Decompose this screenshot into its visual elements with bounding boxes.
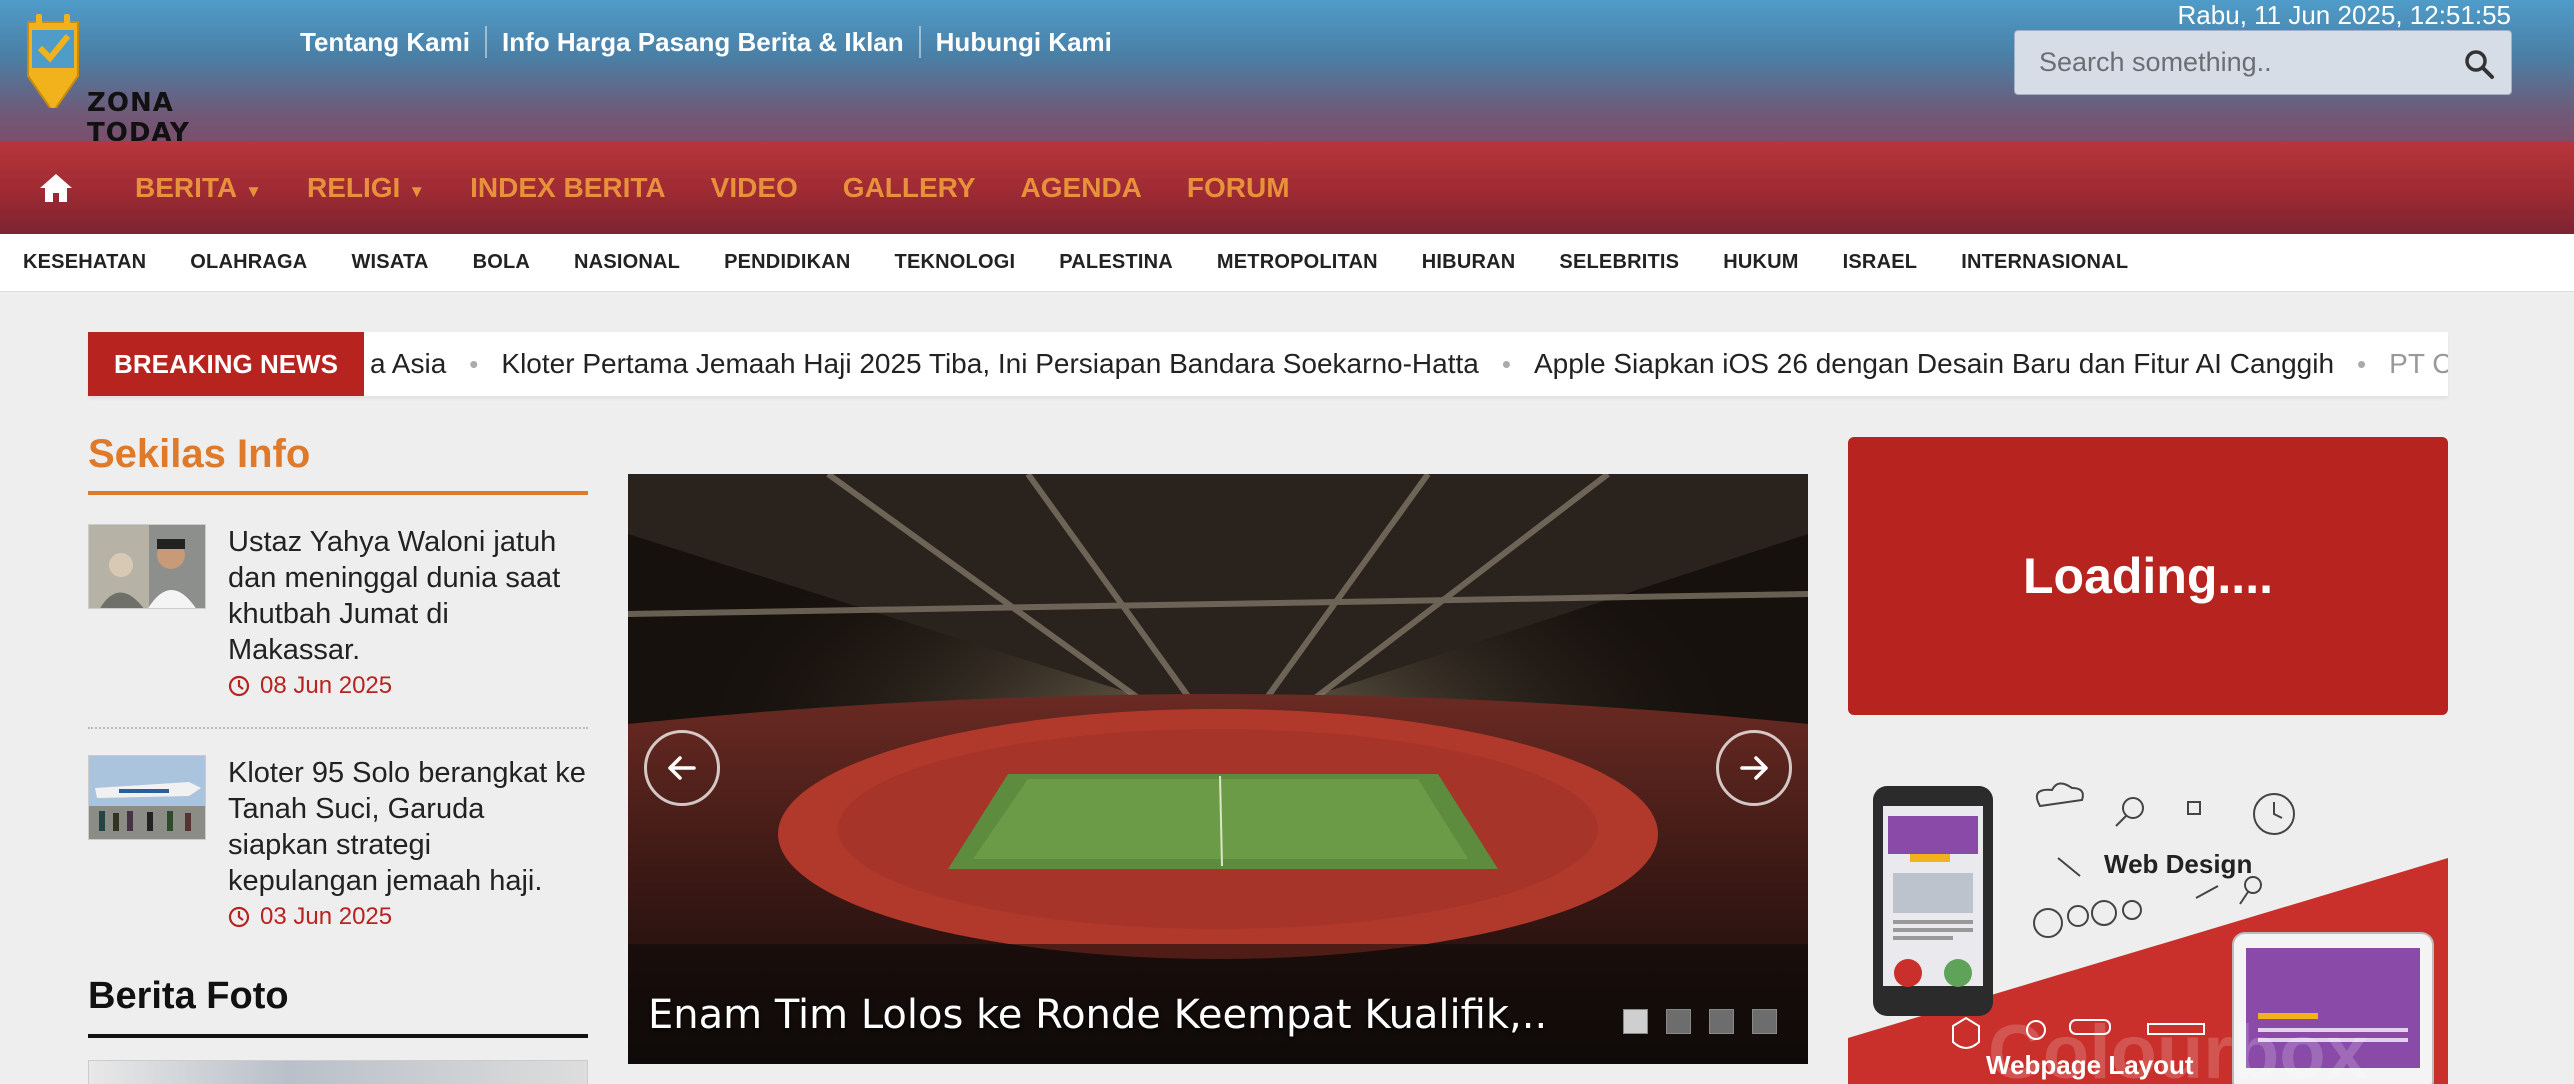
nav-item-forum[interactable]: FORUM [1187,172,1290,204]
category-nasional[interactable]: NASIONAL [574,251,680,274]
web-design-ad-image: Web Design Colourbox Webpage Layout [1848,758,2448,1084]
berita-foto-title: Berita Foto [88,975,289,1017]
category-bola[interactable]: BOLA [473,251,530,274]
news-thumbnail[interactable] [88,524,206,609]
headline-slider[interactable]: Enam Tim Lolos ke Ronde Keempat Kualifik… [628,474,1808,1064]
slider-pagination [1623,1009,1795,1034]
breaking-news-item[interactable]: PT C [2389,348,2448,380]
breaking-news-item[interactable]: Kloter Pertama Jemaah Haji 2025 Tiba, In… [501,348,1478,380]
home-icon[interactable] [38,172,74,204]
main-nav: BERITA ▼ RELIGI ▼ INDEX BERITA VIDEO GAL… [0,141,2574,234]
news-date-text: 08 Jun 2025 [260,672,393,699]
separator-dot: • [469,348,479,379]
section-divider [88,491,588,495]
ad-title: Web Design [2104,849,2252,879]
category-olahraga[interactable]: OLAHRAGA [190,251,307,274]
category-internasional[interactable]: INTERNASIONAL [1961,251,2128,274]
search-input[interactable] [2015,31,2445,94]
category-metropolitan[interactable]: METROPOLITAN [1217,251,1378,274]
stadium-photo [628,474,1808,1064]
category-wisata[interactable]: WISATA [351,251,428,274]
category-bar: KESEHATAN OLAHRAGA WISATA BOLA NASIONAL … [0,234,2574,292]
category-israel[interactable]: ISRAEL [1843,251,1918,274]
breaking-news-ticker: a Asia • Kloter Pertama Jemaah Haji 2025… [370,332,2448,396]
separator-dot: • [1501,348,1511,379]
link-tentang-kami[interactable]: Tentang Kami [300,26,485,58]
site-logo[interactable]: ZONA TODAY [22,8,262,148]
top-links: Tentang Kami Info Harga Pasang Berita & … [300,26,1127,58]
nav-item-berita[interactable]: BERITA ▼ [135,172,262,204]
breaking-news-item[interactable]: Apple Siapkan iOS 26 dengan Desain Baru … [1534,348,2334,380]
arrow-right-icon [1740,756,1768,780]
category-hiburan[interactable]: HIBURAN [1422,251,1516,274]
item-divider [88,727,588,729]
slide-caption[interactable]: Enam Tim Lolos ke Ronde Keempat Kualifik… [648,992,1547,1038]
category-hukum[interactable]: HUKUM [1723,251,1798,274]
nav-label: RELIGI [306,171,401,203]
slider-prev-button[interactable] [644,730,720,806]
chevron-down-icon: ▼ [408,181,426,201]
nav-items: BERITA ▼ RELIGI ▼ INDEX BERITA VIDEO GAL… [135,141,1335,234]
news-date-text: 03 Jun 2025 [260,903,393,930]
category-selebritis[interactable]: SELEBRITIS [1559,251,1679,274]
section-divider [88,1034,588,1038]
breaking-news-bar: a Asia • Kloter Pertama Jemaah Haji 2025… [88,332,2448,396]
breaking-news-label: BREAKING NEWS [88,332,364,396]
clock-icon [228,675,250,697]
separator-dot: • [2357,348,2367,379]
list-item[interactable]: Kloter 95 Solo berangkat ke Tanah Suci, … [88,755,588,955]
news-headline[interactable]: Ustaz Yahya Waloni jatuh dan meninggal d… [228,524,588,668]
category-kesehatan[interactable]: KESEHATAN [23,251,146,274]
link-info-harga[interactable]: Info Harga Pasang Berita & Iklan [484,26,919,58]
slider-dot-3[interactable] [1709,1009,1734,1034]
category-palestina[interactable]: PALESTINA [1059,251,1173,274]
news-thumbnail[interactable] [88,755,206,840]
chevron-down-icon: ▼ [245,181,262,201]
sekilas-info-title: Sekilas Info [88,432,311,476]
current-datetime: Rabu, 11 Jun 2025, 12:51:55 [2177,0,2511,30]
slider-next-button[interactable] [1716,730,1792,806]
link-hubungi-kami[interactable]: Hubungi Kami [918,26,1127,58]
ad-subtitle: Webpage Layout [1986,1050,2194,1080]
nav-item-religi[interactable]: RELIGI ▼ [307,172,425,204]
category-teknologi[interactable]: TEKNOLOGI [895,251,1016,274]
top-header: ZONA TODAY Tentang Kami Info Harga Pasan… [0,0,2574,148]
nav-item-gallery[interactable]: GALLERY [843,172,976,204]
loading-widget: Loading.... [1848,437,2448,715]
nav-label: BERITA [135,171,238,203]
loading-text: Loading.... [2023,548,2273,604]
slider-dot-4[interactable] [1752,1009,1777,1034]
arrow-left-icon [668,756,696,780]
search-icon[interactable] [2463,48,2495,80]
advertisement-banner[interactable]: Web Design Colourbox Webpage Layout [1848,758,2448,1084]
berita-foto-thumbnail[interactable] [88,1060,588,1084]
breaking-news-item[interactable]: a Asia [370,348,446,380]
logo-text: ZONA TODAY [87,88,190,148]
news-date: 03 Jun 2025 [228,903,392,931]
nav-item-index-berita[interactable]: INDEX BERITA [470,172,666,204]
slider-dot-2[interactable] [1666,1009,1691,1034]
list-item[interactable]: Ustaz Yahya Waloni jatuh dan meninggal d… [88,524,588,724]
category-pendidikan[interactable]: PENDIDIKAN [724,251,850,274]
news-date: 08 Jun 2025 [228,672,392,700]
slider-dot-1[interactable] [1623,1009,1648,1034]
nav-item-video[interactable]: VIDEO [711,172,798,204]
nav-item-agenda[interactable]: AGENDA [1021,172,1142,204]
search-box [2014,30,2512,95]
clock-icon [228,906,250,928]
news-headline[interactable]: Kloter 95 Solo berangkat ke Tanah Suci, … [228,755,588,899]
